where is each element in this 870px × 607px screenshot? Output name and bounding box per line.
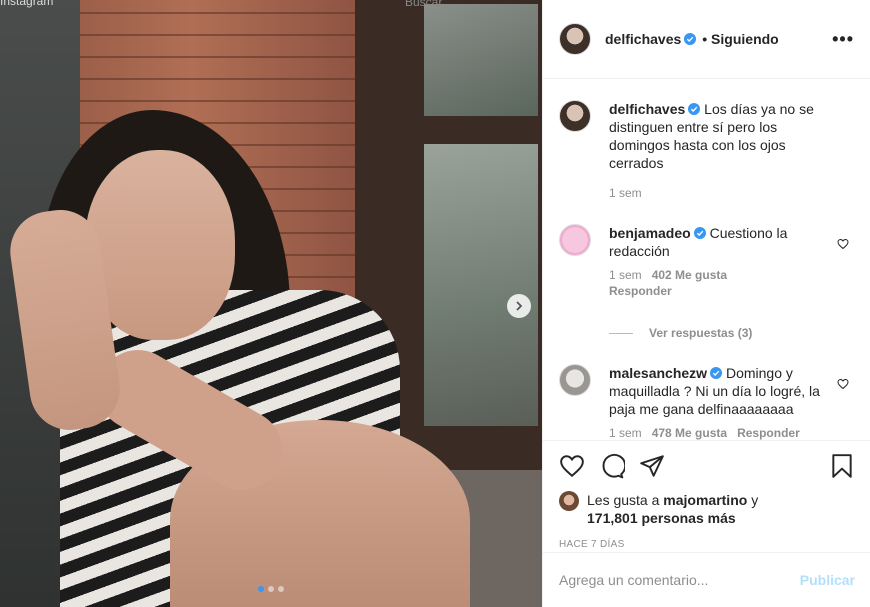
comment-item: malesanchezw Domingo y maquilladla ? Ni … — [559, 364, 855, 440]
reply-button[interactable]: Responder — [609, 282, 834, 300]
likes-prefix: Les gusta a — [587, 492, 660, 508]
divider — [609, 332, 633, 334]
bookmark-icon[interactable] — [829, 453, 855, 479]
carousel-indicator — [258, 586, 284, 592]
avatar[interactable] — [559, 23, 591, 55]
verified-badge-icon — [693, 227, 706, 239]
comment-time: 1 sem — [609, 268, 642, 282]
comment-username[interactable]: benjamadeo — [609, 225, 691, 241]
publish-button[interactable]: Publicar — [800, 572, 855, 588]
verified-badge-icon — [688, 103, 701, 115]
share-icon[interactable] — [639, 453, 665, 479]
likes-user[interactable]: majomartino — [663, 492, 747, 508]
post-photo[interactable]: Instagram Buscar — [0, 0, 542, 607]
comments-list[interactable]: delfichaves Los días ya no se distinguen… — [543, 80, 870, 440]
add-comment-bar: Publicar — [543, 552, 870, 607]
comment-likes[interactable]: 402 Me gusta — [652, 268, 727, 282]
caption-time: 1 sem — [609, 186, 642, 200]
follow-status-button[interactable]: • Siguiendo — [702, 31, 778, 47]
likes-count[interactable]: 171,801 personas más — [587, 510, 736, 526]
likes-and: y — [751, 492, 759, 508]
instagram-logo[interactable]: Instagram — [0, 0, 80, 8]
photo-window — [420, 140, 542, 430]
view-replies-button[interactable]: Ver respuestas (3) — [609, 326, 855, 340]
author-username[interactable]: delfichaves — [605, 31, 681, 47]
reply-button[interactable]: Responder — [737, 426, 800, 440]
avatar[interactable] — [559, 100, 591, 132]
chevron-right-icon — [516, 301, 523, 311]
comment-item: benjamadeo Cuestiono la redacción 1 sem 4… — [559, 224, 855, 300]
carousel-next-button[interactable] — [507, 294, 531, 318]
carousel-dot — [278, 586, 284, 592]
verified-badge-icon — [710, 367, 723, 379]
comment-username[interactable]: malesanchezw — [609, 365, 707, 381]
comment-input[interactable] — [559, 572, 800, 588]
comment-icon[interactable] — [599, 453, 625, 479]
carousel-dot — [268, 586, 274, 592]
photo-window — [420, 0, 542, 120]
post-actions: Les gusta a majomartino y 171,801 person… — [543, 440, 870, 550]
post-date[interactable]: HACE 7 DÍAS — [559, 539, 855, 550]
heart-icon[interactable] — [837, 238, 849, 250]
avatar[interactable] — [559, 224, 591, 256]
comment-likes[interactable]: 478 Me gusta — [652, 426, 727, 440]
verified-badge-icon — [684, 33, 697, 45]
likes-summary: Les gusta a majomartino y 171,801 person… — [559, 491, 855, 527]
comment-username[interactable]: delfichaves — [609, 101, 685, 117]
post-panel: delfichaves • Siguiendo ••• delfichaves … — [542, 0, 870, 607]
carousel-dot — [258, 586, 264, 592]
avatar[interactable] — [559, 364, 591, 396]
heart-icon[interactable] — [837, 378, 849, 390]
view-replies-label: Ver respuestas (3) — [649, 326, 753, 340]
comment-time: 1 sem — [609, 426, 642, 440]
avatar[interactable] — [559, 491, 579, 511]
like-heart-icon[interactable] — [559, 453, 585, 479]
more-options-icon[interactable]: ••• — [832, 29, 854, 50]
caption: delfichaves Los días ya no se distinguen… — [559, 100, 855, 200]
search-input[interactable]: Buscar — [405, 0, 542, 8]
post-header: delfichaves • Siguiendo ••• — [543, 0, 870, 79]
